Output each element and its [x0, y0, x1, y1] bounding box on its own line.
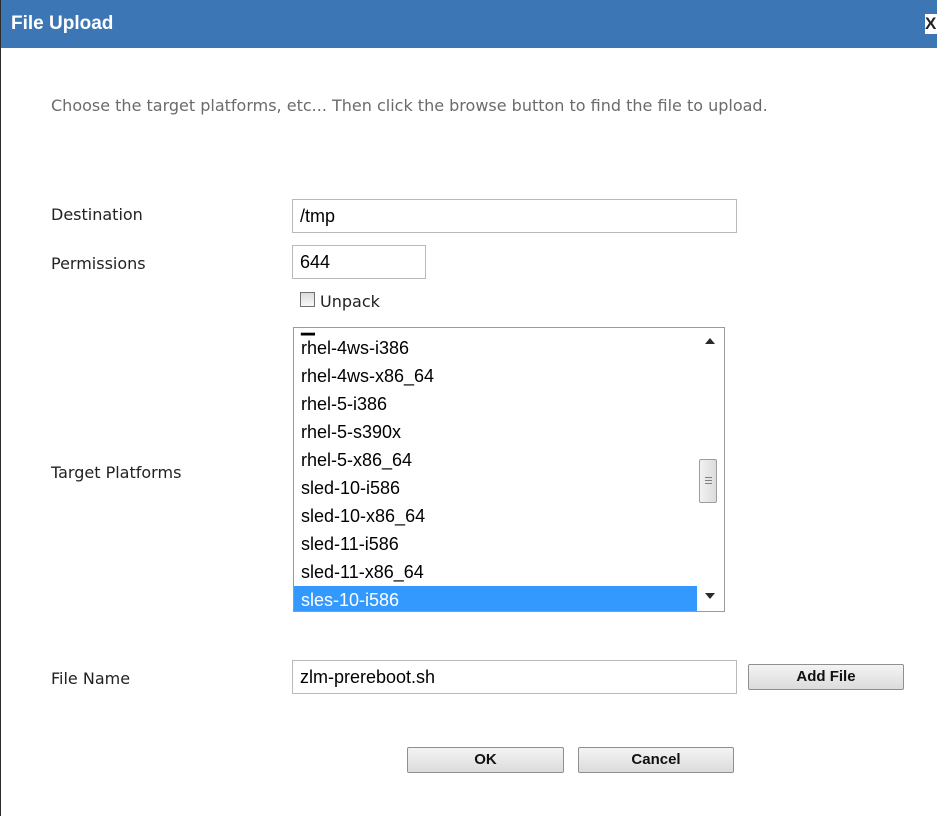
list-item[interactable]: rhel-5-x86_64: [294, 446, 698, 474]
grip-line: [705, 480, 712, 481]
dialog-titlebar[interactable]: File Upload X: [1, 0, 937, 48]
close-icon[interactable]: X: [925, 14, 937, 34]
instructions-text: Choose the target platforms, etc... Then…: [51, 96, 768, 115]
dialog-title: File Upload: [11, 13, 114, 34]
target-platforms-label: Target Platforms: [51, 463, 182, 482]
list-item[interactable]: sled-11-x86_64: [294, 558, 698, 586]
list-item[interactable]: rhel-5-i386: [294, 390, 698, 418]
scroll-thumb[interactable]: [699, 459, 717, 503]
cancel-button[interactable]: Cancel: [578, 747, 734, 773]
listbox-scrollbar[interactable]: [697, 328, 724, 611]
add-file-button[interactable]: Add File: [748, 664, 904, 690]
permissions-input[interactable]: 644: [292, 245, 426, 279]
unpack-label: Unpack: [320, 292, 380, 311]
file-upload-dialog: File Upload X Choose the target platform…: [0, 0, 937, 816]
list-item[interactable]: sled-10-i586: [294, 474, 698, 502]
list-item[interactable]: rhel-5-s390x: [294, 418, 698, 446]
grip-line: [705, 483, 712, 484]
destination-label: Destination: [51, 205, 143, 224]
list-item[interactable]: sled-11-i586: [294, 530, 698, 558]
target-platforms-listbox[interactable]: ▁ rhel-4ws-i386rhel-4ws-x86_64rhel-5-i38…: [293, 327, 725, 612]
scroll-down-arrow-icon[interactable]: [705, 593, 715, 599]
list-item[interactable]: sled-10-x86_64: [294, 502, 698, 530]
unpack-checkbox[interactable]: [300, 292, 315, 307]
list-item[interactable]: rhel-4ws-i386: [294, 334, 698, 362]
list-item[interactable]: rhel-4ws-x86_64: [294, 362, 698, 390]
permissions-label: Permissions: [51, 254, 146, 273]
scroll-up-arrow-icon[interactable]: [705, 338, 715, 344]
ok-button[interactable]: OK: [407, 747, 564, 773]
file-name-label: File Name: [51, 669, 131, 688]
destination-input[interactable]: /tmp: [292, 199, 737, 233]
list-item[interactable]: sles-10-i586: [294, 586, 698, 611]
grip-line: [705, 477, 712, 478]
file-name-input[interactable]: zlm-prereboot.sh: [292, 660, 737, 694]
